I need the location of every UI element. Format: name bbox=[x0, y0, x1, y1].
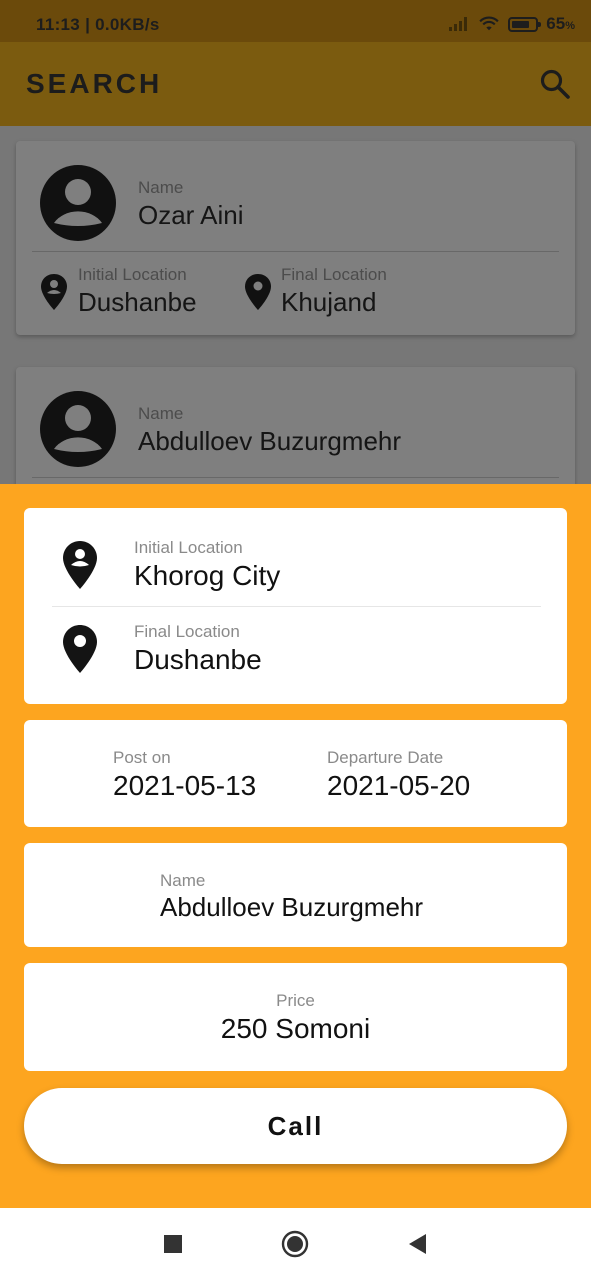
back-button[interactable] bbox=[402, 1229, 432, 1259]
divider bbox=[32, 477, 559, 478]
post-date-label: Post on bbox=[113, 748, 171, 767]
initial-location-label: Initial Location bbox=[78, 265, 187, 284]
location-pin-icon bbox=[245, 274, 271, 310]
wifi-icon bbox=[479, 16, 499, 31]
name-value: Abdulloev Buzurgmehr bbox=[138, 426, 402, 456]
avatar-icon bbox=[40, 391, 116, 467]
initial-location-value: Khorog City bbox=[134, 560, 281, 591]
initial-location-label: Initial Location bbox=[134, 538, 243, 557]
square-recents-icon bbox=[164, 1235, 182, 1253]
battery-icon bbox=[508, 16, 542, 32]
location-pin-icon bbox=[63, 625, 97, 673]
price-card: Price 250 Somoni bbox=[24, 963, 567, 1071]
name-label: Name bbox=[160, 871, 206, 890]
name-card: Name Abdulloev Buzurgmehr bbox=[24, 843, 567, 947]
call-button[interactable]: Call bbox=[24, 1088, 567, 1164]
name-label: Name bbox=[138, 404, 184, 423]
recents-button[interactable] bbox=[158, 1229, 188, 1259]
dates-card: Post on 2021-05-13 Departure Date 2021-0… bbox=[24, 720, 567, 827]
initial-location-value: Dushanbe bbox=[78, 287, 197, 317]
divider bbox=[52, 606, 541, 607]
location-pin-icon bbox=[63, 541, 97, 589]
final-location-value: Khujand bbox=[281, 287, 377, 317]
home-button[interactable] bbox=[280, 1229, 310, 1259]
status-icons: 65% bbox=[448, 14, 575, 34]
name-value: Ozar Aini bbox=[138, 200, 244, 230]
circle-home-icon bbox=[281, 1230, 309, 1258]
divider bbox=[32, 251, 559, 252]
price-value: 250 Somoni bbox=[220, 1013, 371, 1044]
system-nav-bar bbox=[0, 1208, 591, 1280]
status-bar: 11:13 | 0.0KB/s 65% bbox=[0, 0, 591, 42]
name-label: Name bbox=[138, 178, 184, 197]
post-date-value: 2021-05-13 bbox=[113, 770, 257, 801]
page-title: SEARCH bbox=[26, 68, 163, 99]
status-time-speed: 11:13 | 0.0KB/s bbox=[36, 15, 160, 34]
location-pin-icon bbox=[41, 274, 67, 310]
signal-icon bbox=[449, 17, 468, 31]
final-location-label: Final Location bbox=[134, 622, 240, 641]
trip-list: Name Ozar Aini Initial Location Dushanbe… bbox=[0, 126, 591, 507]
avatar-icon bbox=[40, 165, 116, 241]
departure-date-value: 2021-05-20 bbox=[327, 770, 471, 801]
app-bar: SEARCH bbox=[0, 42, 591, 126]
battery-percent: 65% bbox=[546, 14, 575, 33]
name-value: Abdulloev Buzurgmehr bbox=[160, 892, 424, 922]
final-location-value: Dushanbe bbox=[134, 644, 262, 675]
trip-detail-sheet: Initial Location Khorog City Final Locat… bbox=[0, 484, 591, 1208]
triangle-back-icon bbox=[409, 1234, 426, 1254]
route-card: Initial Location Khorog City Final Locat… bbox=[24, 508, 567, 704]
final-location-label: Final Location bbox=[281, 265, 387, 284]
departure-date-label: Departure Date bbox=[327, 748, 444, 767]
search-icon[interactable] bbox=[539, 68, 571, 100]
price-label: Price bbox=[276, 991, 315, 1010]
list-item[interactable]: Name Ozar Aini Initial Location Dushanbe… bbox=[16, 141, 575, 335]
